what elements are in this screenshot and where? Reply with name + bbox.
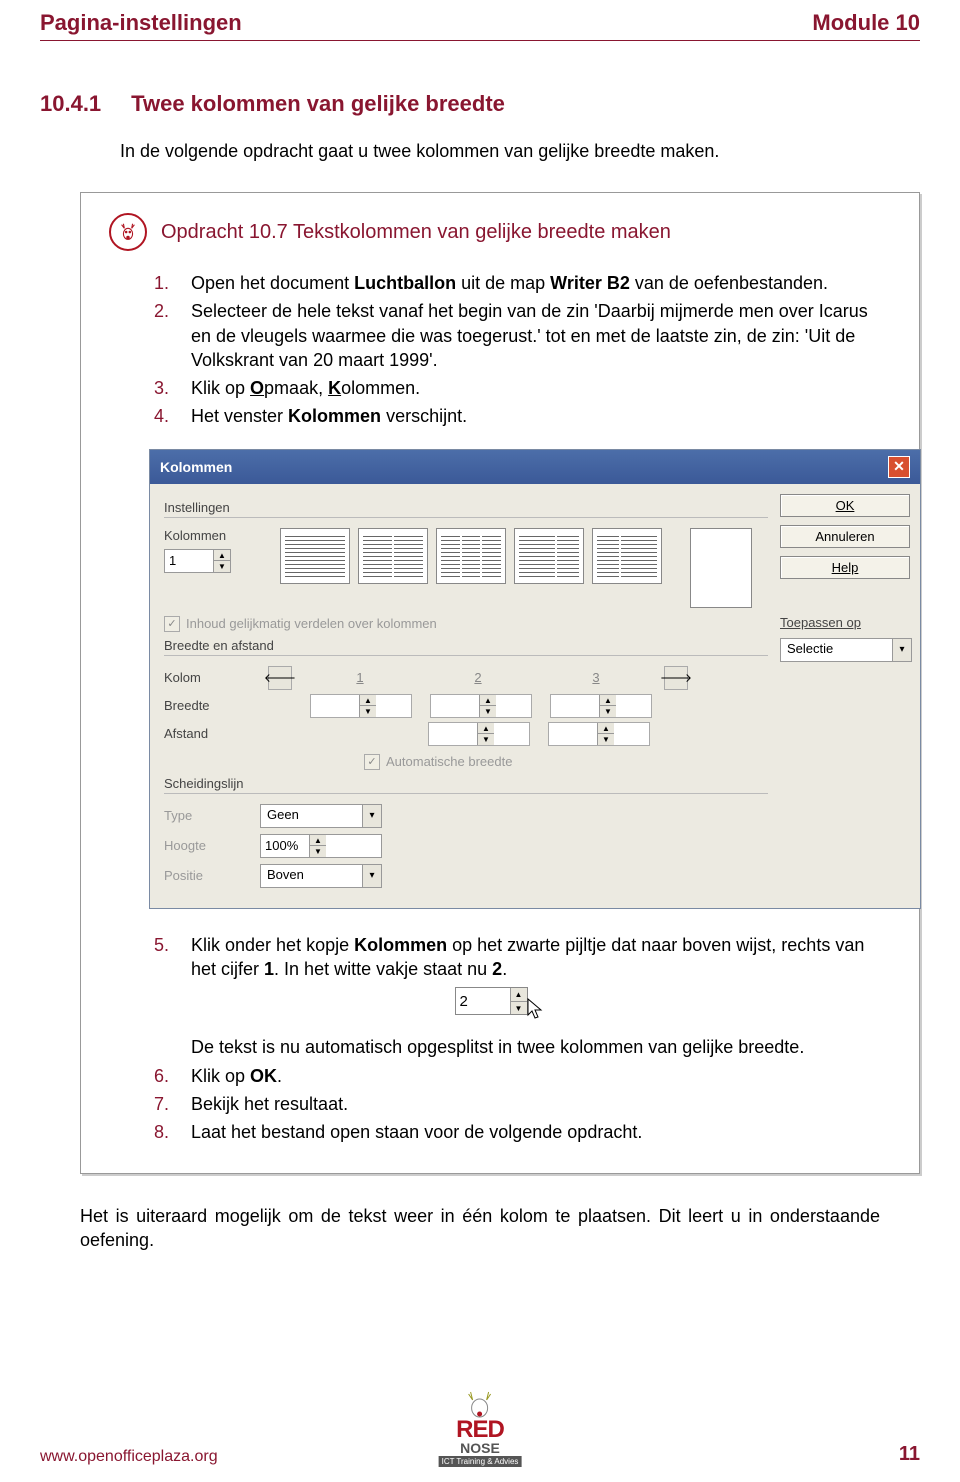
step-text: Klik onder het kopje Kolommen op het zwa… bbox=[191, 933, 891, 982]
reindeer-icon bbox=[109, 213, 147, 251]
footer-page: 11 bbox=[899, 1443, 920, 1466]
label-columns: Kolommen bbox=[164, 528, 250, 543]
col-num-1: 1 bbox=[310, 670, 410, 685]
example-spin-value bbox=[456, 988, 510, 1014]
apply-dropdown[interactable]: Selectie▾ bbox=[780, 638, 912, 662]
intro-text: In de volgende opdracht gaat u twee kolo… bbox=[120, 141, 920, 162]
cancel-button[interactable]: Annuleren bbox=[780, 525, 910, 548]
spin-up-icon[interactable]: ▲ bbox=[214, 550, 230, 562]
section-title: Twee kolommen van gelijke breedte bbox=[131, 91, 505, 117]
group-settings: Instellingen bbox=[164, 500, 768, 518]
col-prev-icon: 🡐 bbox=[268, 666, 292, 690]
row-pos: Positie bbox=[164, 868, 250, 883]
step-text: Klik op OK. bbox=[191, 1064, 891, 1088]
step-number: 3. bbox=[149, 376, 169, 400]
col-num-2: 2 bbox=[428, 670, 528, 685]
step-text: Selecteer de hele tekst vanaf het begin … bbox=[191, 299, 891, 372]
group-line: Scheidingslijn bbox=[164, 776, 768, 794]
step-number: 2. bbox=[149, 299, 169, 372]
auto-width-label: Automatische breedte bbox=[386, 754, 512, 769]
step-number: 7. bbox=[149, 1092, 169, 1116]
spin-down-icon[interactable]: ▼ bbox=[214, 561, 230, 572]
header-right: Module 10 bbox=[812, 10, 920, 36]
columns-spinner[interactable]: ▲▼ bbox=[164, 549, 231, 573]
step-number: 8. bbox=[149, 1120, 169, 1144]
group-width: Breedte en afstand bbox=[164, 638, 768, 656]
preset-2col-right[interactable] bbox=[592, 528, 662, 584]
cursor-icon bbox=[526, 997, 546, 1021]
col-next-icon: 🡒 bbox=[664, 666, 688, 690]
preset-1col[interactable] bbox=[280, 528, 350, 584]
apply-label: Toepassen op bbox=[780, 615, 910, 630]
dialog-title: Kolommen bbox=[160, 459, 232, 475]
step-number: 6. bbox=[149, 1064, 169, 1088]
spin-up-icon: ▲ bbox=[511, 988, 527, 1002]
width-1: ▲▼ bbox=[310, 694, 412, 718]
gap-1: ▲▼ bbox=[428, 722, 530, 746]
preset-2col[interactable] bbox=[358, 528, 428, 584]
row-type: Type bbox=[164, 808, 250, 823]
footer-url: www.openofficeplaza.org bbox=[40, 1448, 218, 1466]
width-2: ▲▼ bbox=[430, 694, 532, 718]
spin-down-icon: ▼ bbox=[511, 1002, 527, 1015]
width-3: ▲▼ bbox=[550, 694, 652, 718]
height-spinner: ▲▼ bbox=[260, 834, 382, 858]
footer-logo: RED NOSE ICT Training & Advies bbox=[439, 1386, 522, 1466]
step-number: 4. bbox=[149, 404, 169, 428]
assignment-box: Opdracht 10.7 Tekstkolommen van gelijke … bbox=[80, 192, 920, 1174]
step-number: 1. bbox=[149, 271, 169, 295]
row-breedte: Breedte bbox=[164, 698, 250, 713]
step-text: Open het document Luchtballon uit de map… bbox=[191, 271, 891, 295]
step-text: Laat het bestand open staan voor de volg… bbox=[191, 1120, 891, 1144]
step-text: Het venster Kolommen verschijnt. bbox=[191, 404, 891, 428]
ok-button[interactable]: OK bbox=[780, 494, 910, 517]
type-dropdown: Geen▾ bbox=[260, 804, 382, 828]
step-number bbox=[149, 1035, 169, 1059]
row-height: Hoogte bbox=[164, 838, 250, 853]
section-number: 10.4.1 bbox=[40, 91, 101, 117]
columns-dialog: Kolommen ✕ Instellingen Kolommen ▲▼ bbox=[149, 449, 921, 909]
distribute-label: Inhoud gelijkmatig verdelen over kolomme… bbox=[186, 616, 437, 631]
auto-width-checkbox: ✓ bbox=[364, 754, 380, 770]
header-rule bbox=[40, 40, 920, 41]
closing-text: Het is uiteraard mogelijk om de tekst we… bbox=[80, 1204, 880, 1253]
assignment-title: Opdracht 10.7 Tekstkolommen van gelijke … bbox=[161, 221, 671, 244]
page-preview bbox=[690, 528, 752, 608]
row-kolom: Kolom bbox=[164, 670, 250, 685]
close-icon[interactable]: ✕ bbox=[888, 456, 910, 478]
spinner-example: ▲▼ bbox=[109, 987, 891, 1021]
preset-2col-left[interactable] bbox=[514, 528, 584, 584]
header-left: Pagina-instellingen bbox=[40, 10, 242, 36]
pos-dropdown: Boven▾ bbox=[260, 864, 382, 888]
col-num-3: 3 bbox=[546, 670, 646, 685]
help-button[interactable]: Help bbox=[780, 556, 910, 579]
distribute-checkbox: ✓ bbox=[164, 616, 180, 632]
step-text: Klik op Opmaak, Kolommen. bbox=[191, 376, 891, 400]
gap-2: ▲▼ bbox=[548, 722, 650, 746]
row-afstand: Afstand bbox=[164, 726, 250, 741]
step-text: Bekijk het resultaat. bbox=[191, 1092, 891, 1116]
step-text: De tekst is nu automatisch opgesplitst i… bbox=[191, 1035, 891, 1059]
step-number: 5. bbox=[149, 933, 169, 982]
columns-value[interactable] bbox=[165, 550, 213, 572]
preset-3col[interactable] bbox=[436, 528, 506, 584]
